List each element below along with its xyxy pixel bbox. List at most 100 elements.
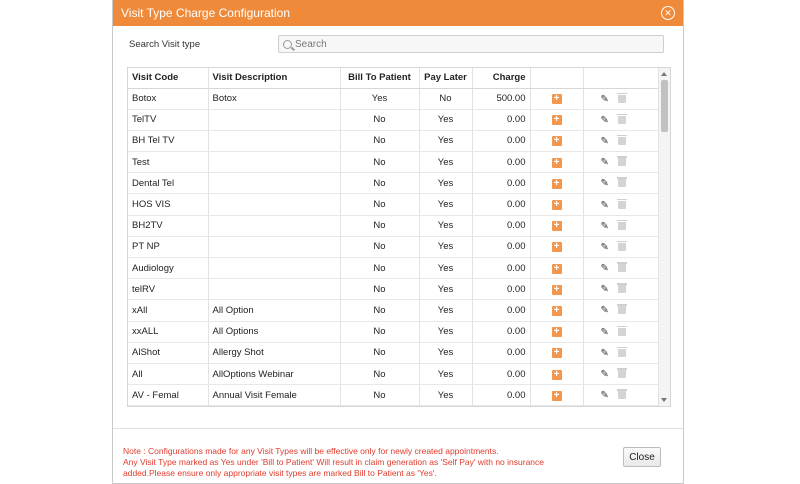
plus-square-icon[interactable]: + — [551, 348, 562, 359]
pencil-icon[interactable]: ✎ — [601, 94, 609, 105]
table-row[interactable]: telRV No Yes 0.00 + ✎ — [128, 278, 659, 301]
pencil-icon[interactable]: ✎ — [601, 369, 609, 380]
table-row[interactable]: Botox Botox Yes No 500.00 + ✎ — [128, 88, 659, 110]
plus-square-icon[interactable]: + — [551, 242, 562, 253]
trash-icon[interactable] — [616, 325, 627, 336]
trash-icon[interactable] — [616, 389, 627, 400]
scroll-down-icon[interactable] — [661, 398, 667, 402]
plus-square-icon[interactable]: + — [551, 221, 562, 232]
grid-scrollbar[interactable] — [658, 68, 670, 406]
search-input[interactable] — [295, 38, 635, 50]
table-row[interactable]: PT NP No Yes 0.00 + ✎ — [128, 236, 659, 259]
trash-icon[interactable] — [616, 283, 627, 294]
pencil-icon[interactable]: ✎ — [601, 305, 609, 316]
trash-icon[interactable] — [616, 368, 627, 379]
plus-square-icon[interactable]: + — [551, 390, 562, 401]
cell-actions: ✎ — [583, 363, 659, 386]
table-row[interactable]: All AllOptions Webinar No Yes 0.00 + ✎ — [128, 363, 659, 386]
cell-visit-description — [208, 193, 341, 216]
cell-visit-code: HOS VIS — [128, 193, 209, 216]
table-row[interactable]: AlShot Allergy Shot No Yes 0.00 + ✎ — [128, 342, 659, 364]
table-row[interactable]: Audiology No Yes 0.00 + ✎ — [128, 257, 659, 280]
trash-icon[interactable] — [616, 92, 627, 103]
pencil-icon[interactable]: ✎ — [601, 115, 609, 126]
table-row[interactable]: HOS VIS No Yes 0.00 + ✎ — [128, 193, 659, 216]
search-box[interactable] — [278, 35, 664, 53]
plus-square-icon[interactable]: + — [551, 327, 562, 338]
cell-bill-to-patient: Yes — [340, 88, 420, 110]
cell-bill-to-patient: No — [340, 299, 420, 322]
trash-icon[interactable] — [616, 240, 627, 251]
table-row[interactable]: BH2TV No Yes 0.00 + ✎ — [128, 215, 659, 237]
table-row[interactable]: xAll All Option No Yes 0.00 + ✎ — [128, 299, 659, 322]
plus-square-icon[interactable]: + — [551, 178, 562, 189]
pencil-icon[interactable]: ✎ — [601, 178, 609, 189]
trash-icon[interactable] — [616, 113, 627, 124]
plus-square-icon[interactable]: + — [551, 115, 562, 126]
cell-pay-later: Yes — [419, 278, 473, 301]
cell-actions: ✎ — [583, 130, 659, 153]
scroll-thumb[interactable] — [661, 80, 668, 132]
col-visit-code[interactable]: Visit Code — [128, 68, 209, 89]
table-row[interactable]: TelTV No Yes 0.00 + ✎ — [128, 109, 659, 131]
plus-square-icon[interactable]: + — [551, 200, 562, 211]
trash-icon[interactable] — [616, 346, 627, 357]
pencil-icon[interactable]: ✎ — [601, 242, 609, 253]
pencil-icon[interactable]: ✎ — [601, 221, 609, 232]
cell-charge: 0.00 — [472, 172, 531, 195]
cell-add: + — [530, 88, 584, 110]
plus-square-icon[interactable]: + — [551, 305, 562, 316]
table-row[interactable]: AV - Femal Annual Visit Female No Yes 0.00 + ✎ — [128, 384, 659, 406]
col-bill-to-patient[interactable]: Bill To Patient — [340, 68, 420, 89]
plus-square-icon[interactable]: + — [551, 94, 562, 105]
plus-square-icon[interactable]: + — [551, 157, 562, 168]
cell-visit-code: Botox — [128, 88, 209, 110]
trash-icon[interactable] — [616, 156, 627, 167]
cell-bill-to-patient: No — [340, 257, 420, 280]
cell-visit-description: Annual Visit Female — [208, 384, 341, 406]
trash-icon[interactable] — [616, 219, 627, 230]
cell-charge: 0.00 — [472, 215, 531, 237]
cell-bill-to-patient: No — [340, 109, 420, 131]
plus-square-icon[interactable]: + — [551, 369, 562, 380]
col-pay-later[interactable]: Pay Later — [419, 68, 473, 89]
cell-pay-later: Yes — [419, 193, 473, 216]
cell-visit-code: xAll — [128, 299, 209, 322]
col-actions — [583, 68, 659, 89]
col-visit-description[interactable]: Visit Description — [208, 68, 341, 89]
cell-visit-code: AlShot — [128, 342, 209, 364]
pencil-icon[interactable]: ✎ — [601, 348, 609, 359]
cell-bill-to-patient: No — [340, 321, 420, 343]
pencil-icon[interactable]: ✎ — [601, 136, 609, 147]
trash-icon[interactable] — [616, 198, 627, 209]
table-row[interactable]: xxALL All Options No Yes 0.00 + ✎ — [128, 321, 659, 343]
pencil-icon[interactable]: ✎ — [601, 263, 609, 274]
trash-icon[interactable] — [616, 304, 627, 315]
cell-add: + — [530, 172, 584, 195]
cell-visit-description: All Option — [208, 299, 341, 322]
pencil-icon[interactable]: ✎ — [601, 200, 609, 211]
trash-icon[interactable] — [616, 262, 627, 273]
cell-actions: ✎ — [583, 151, 659, 174]
plus-square-icon[interactable]: + — [551, 136, 562, 147]
pencil-icon[interactable]: ✎ — [601, 157, 609, 168]
trash-icon[interactable] — [616, 134, 627, 145]
pencil-icon[interactable]: ✎ — [601, 327, 609, 338]
close-circle-icon[interactable]: ✕ — [661, 6, 675, 20]
cell-add: + — [530, 109, 584, 131]
pencil-icon[interactable]: ✎ — [601, 284, 609, 295]
close-button[interactable]: Close — [623, 447, 661, 467]
table-row[interactable]: BH Tel TV No Yes 0.00 + ✎ — [128, 130, 659, 153]
table-row[interactable]: Test No Yes 0.00 + ✎ — [128, 151, 659, 174]
col-charge[interactable]: Charge — [472, 68, 531, 89]
pencil-icon[interactable]: ✎ — [601, 390, 609, 401]
cell-charge: 0.00 — [472, 278, 531, 301]
trash-icon[interactable] — [616, 177, 627, 188]
scroll-up-icon[interactable] — [661, 72, 667, 76]
cell-charge: 0.00 — [472, 109, 531, 131]
plus-square-icon[interactable]: + — [551, 263, 562, 274]
cell-visit-description — [208, 215, 341, 237]
cell-charge: 0.00 — [472, 236, 531, 259]
plus-square-icon[interactable]: + — [551, 284, 562, 295]
table-row[interactable]: Dental Tel No Yes 0.00 + ✎ — [128, 172, 659, 195]
